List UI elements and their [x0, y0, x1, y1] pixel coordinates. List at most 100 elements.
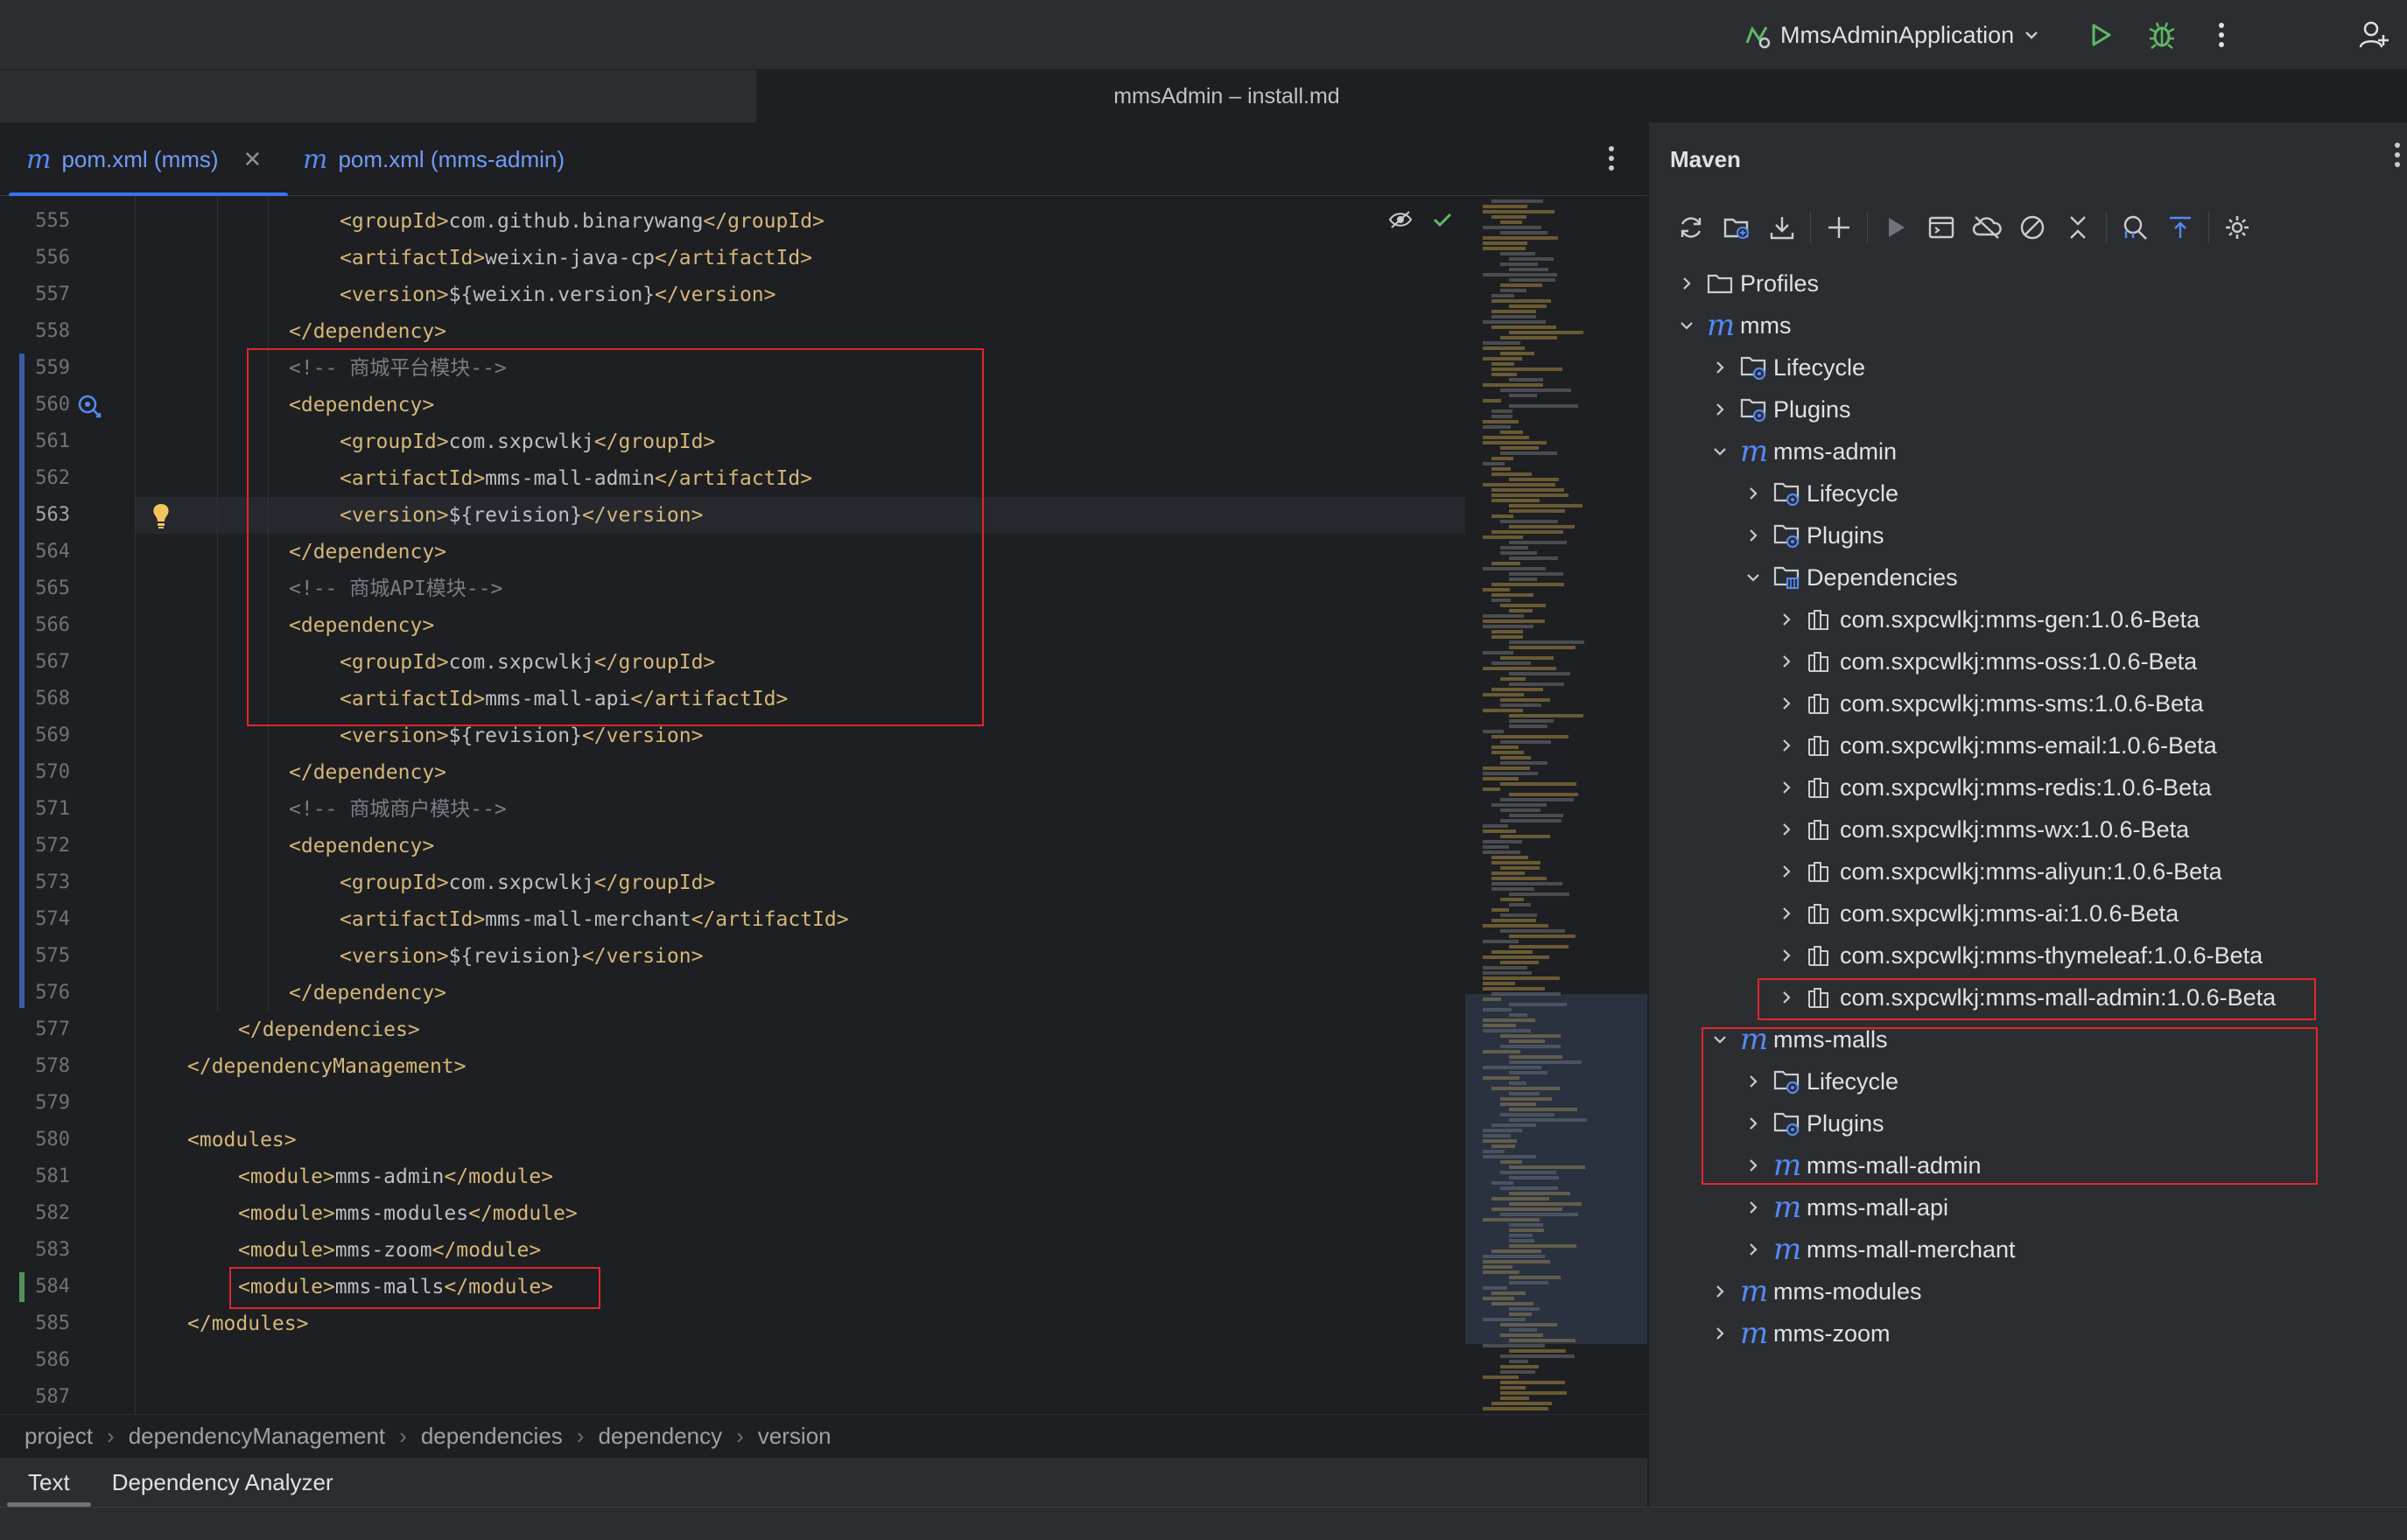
run-icon[interactable]: [2083, 18, 2118, 52]
tree-item[interactable]: m mms-modules: [1703, 1270, 1922, 1312]
chevron-right-icon[interactable]: [1770, 737, 1803, 754]
code-line[interactable]: </dependency>: [135, 534, 446, 570]
debug-icon[interactable]: [2144, 18, 2179, 52]
collapse-icon[interactable]: [2055, 205, 2101, 250]
chevron-right-icon[interactable]: [1770, 695, 1803, 712]
vcs-change-marker[interactable]: [19, 354, 25, 1008]
tree-item[interactable]: Plugins: [1703, 388, 1851, 430]
run-icon[interactable]: [1873, 205, 1919, 250]
tree-item[interactable]: Lifecycle: [1737, 1060, 1898, 1102]
code-line[interactable]: <groupId>com.github.binarywang</groupId>: [135, 203, 825, 240]
breadcrumb-item-dependencies[interactable]: dependencies: [421, 1423, 563, 1450]
line-number[interactable]: 586: [16, 1342, 70, 1379]
chevron-down-icon[interactable]: [1670, 317, 1703, 334]
chevron-right-icon[interactable]: [1737, 1199, 1770, 1216]
chevron-right-icon[interactable]: [1670, 275, 1703, 292]
breadcrumb-item-project[interactable]: project: [25, 1423, 93, 1450]
minimap-viewport[interactable]: [1465, 994, 1647, 1344]
chevron-right-icon[interactable]: [1703, 1283, 1737, 1300]
chevron-right-icon[interactable]: [1703, 359, 1737, 376]
breadcrumb-item-version[interactable]: version: [758, 1423, 832, 1450]
code-line[interactable]: <dependency>: [135, 387, 434, 424]
line-number-gutter[interactable]: 555 556 557 558 559 560 561 562 563 564 565 566 567 5…: [0, 196, 135, 1414]
code-line[interactable]: <version>${revision}</version>: [135, 718, 703, 754]
skip-tests-icon[interactable]: [2010, 205, 2055, 250]
tree-item[interactable]: Dependencies: [1737, 556, 1958, 598]
code-editor[interactable]: 555 556 557 558 559 560 561 562 563 564 565 566 567 5…: [0, 196, 1647, 1414]
code-line[interactable]: <module>mms-admin</module>: [135, 1158, 553, 1195]
chevron-right-icon[interactable]: [1770, 989, 1803, 1006]
code-line[interactable]: </modules>: [135, 1306, 308, 1342]
code-line[interactable]: <module>mms-modules</module>: [135, 1195, 578, 1232]
code-area[interactable]: <groupId>com.github.binarywang</groupId>…: [135, 196, 1465, 1414]
code-line[interactable]: <artifactId>mms-mall-merchant</artifactI…: [135, 901, 849, 938]
tree-item[interactable]: com.sxpcwlkj:mms-ai:1.0.6-Beta: [1770, 892, 2179, 934]
code-line[interactable]: <!-- 商城商户模块-->: [135, 791, 507, 828]
tree-item[interactable]: m mms-zoom: [1703, 1312, 1891, 1354]
chevron-right-icon[interactable]: [1770, 611, 1803, 628]
tab-text[interactable]: Text: [7, 1458, 91, 1507]
checkmark-icon[interactable]: [1432, 211, 1453, 233]
execute-goal-icon[interactable]: [1919, 205, 1964, 250]
line-number[interactable]: 582: [16, 1195, 70, 1232]
chevron-right-icon[interactable]: [1770, 653, 1803, 670]
chevron-right-icon[interactable]: [1703, 1325, 1737, 1342]
tree-item[interactable]: Lifecycle: [1737, 472, 1898, 514]
tab-pom-mms[interactable]: m pom.xml (mms) ✕: [9, 122, 289, 198]
chevron-down-icon[interactable]: [1703, 1031, 1737, 1048]
tree-item[interactable]: m mms-malls: [1703, 1018, 1887, 1060]
chevron-right-icon[interactable]: [1737, 485, 1770, 502]
tree-item[interactable]: Plugins: [1737, 1102, 1884, 1144]
settings-icon[interactable]: [2214, 205, 2260, 250]
tree-item[interactable]: com.sxpcwlkj:mms-redis:1.0.6-Beta: [1770, 766, 2212, 808]
line-number[interactable]: 579: [16, 1085, 70, 1122]
plus-icon[interactable]: [1816, 205, 1862, 250]
tree-item[interactable]: com.sxpcwlkj:mms-mall-admin:1.0.6-Beta: [1770, 976, 2276, 1018]
tree-item[interactable]: Plugins: [1737, 514, 1884, 556]
line-number[interactable]: 578: [16, 1048, 70, 1085]
chevron-right-icon[interactable]: [1737, 1241, 1770, 1258]
reload-icon[interactable]: [1668, 205, 1714, 250]
tree-item[interactable]: m mms-mall-api: [1737, 1186, 1948, 1228]
code-line[interactable]: [135, 1085, 187, 1122]
code-line[interactable]: <dependency>: [135, 607, 434, 644]
run-configuration-selector[interactable]: MmsAdminApplication: [1742, 16, 2040, 54]
chevron-right-icon[interactable]: [1770, 779, 1803, 796]
tree-item[interactable]: com.sxpcwlkj:mms-gen:1.0.6-Beta: [1770, 598, 2200, 640]
tab-pom-mms-admin[interactable]: m pom.xml (mms-admin): [303, 122, 565, 196]
tree-item[interactable]: com.sxpcwlkj:mms-aliyun:1.0.6-Beta: [1770, 850, 2222, 892]
chevron-down-icon[interactable]: [1703, 443, 1737, 460]
more-vertical-icon[interactable]: [2204, 18, 2239, 52]
code-line[interactable]: </dependency>: [135, 313, 446, 350]
code-line[interactable]: <!-- 商城API模块-->: [135, 570, 502, 607]
code-line[interactable]: [135, 1342, 187, 1379]
chevron-right-icon[interactable]: [1737, 1073, 1770, 1090]
tree-item[interactable]: com.sxpcwlkj:mms-wx:1.0.6-Beta: [1770, 808, 2189, 850]
analyze-dependencies-icon[interactable]: [2112, 205, 2158, 250]
tree-item[interactable]: com.sxpcwlkj:mms-email:1.0.6-Beta: [1770, 724, 2217, 766]
chevron-right-icon[interactable]: [1770, 821, 1803, 838]
more-vertical-icon[interactable]: [2393, 142, 2402, 172]
code-line[interactable]: <artifactId>mms-mall-api</artifactId>: [135, 681, 788, 718]
tree-item[interactable]: Profiles: [1670, 262, 1819, 304]
tree-item[interactable]: com.sxpcwlkj:mms-oss:1.0.6-Beta: [1770, 640, 2197, 682]
code-line[interactable]: <module>mms-malls</module>: [135, 1269, 553, 1306]
chevron-right-icon[interactable]: [1770, 863, 1803, 880]
tree-item[interactable]: m mms: [1670, 304, 1791, 346]
tab-dependency-analyzer[interactable]: Dependency Analyzer: [91, 1458, 354, 1507]
add-folder-icon[interactable]: [1714, 205, 1759, 250]
breadcrumb-item-dependency-management[interactable]: dependencyManagement: [129, 1423, 385, 1450]
code-line[interactable]: <artifactId>mms-mall-admin</artifactId>: [135, 460, 812, 497]
chevron-right-icon[interactable]: [1770, 905, 1803, 922]
line-number[interactable]: 577: [16, 1012, 70, 1048]
line-number[interactable]: 557: [16, 276, 70, 313]
close-icon[interactable]: ✕: [243, 146, 263, 173]
code-line[interactable]: <version>${revision}</version>: [135, 497, 1465, 534]
code-line[interactable]: [135, 1379, 187, 1414]
code-line[interactable]: <groupId>com.sxpcwlkj</groupId>: [135, 424, 715, 460]
breadcrumb-item-dependency[interactable]: dependency: [598, 1423, 722, 1450]
code-line[interactable]: <version>${weixin.version}</version>: [135, 276, 776, 313]
expand-icon[interactable]: [2158, 205, 2203, 250]
code-line[interactable]: <groupId>com.sxpcwlkj</groupId>: [135, 864, 715, 901]
code-line[interactable]: <modules>: [135, 1122, 297, 1158]
